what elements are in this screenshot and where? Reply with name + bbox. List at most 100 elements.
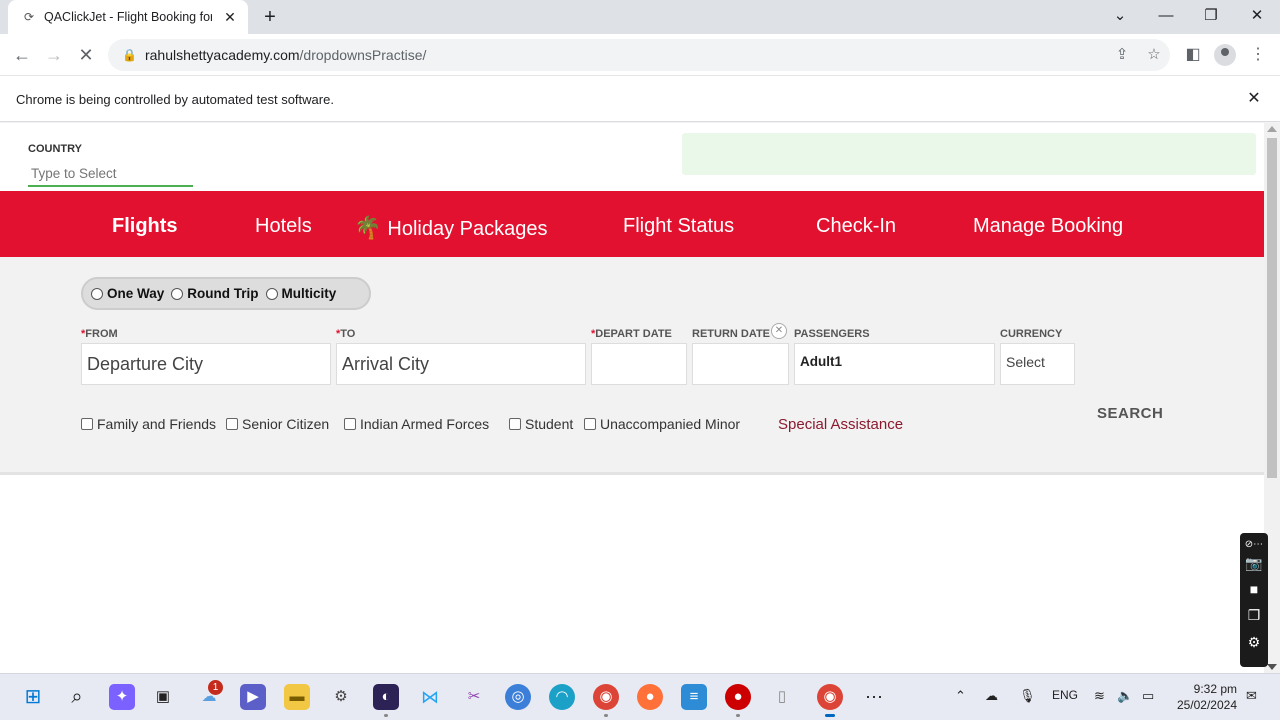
radio-circle[interactable]	[265, 287, 278, 300]
checkbox-student[interactable]: Student	[509, 416, 573, 432]
notice-banner	[682, 133, 1256, 175]
copilot-preview-icon[interactable]: ✦	[109, 684, 135, 710]
return-date-label: RETURN DATE	[692, 328, 771, 340]
chrome-icon[interactable]: ◉	[593, 684, 619, 717]
side-panel-icon[interactable]: ◧	[1181, 43, 1205, 67]
window-capture-icon[interactable]: ❐	[1244, 605, 1264, 625]
special-assistance-link[interactable]: Special Assistance	[778, 416, 903, 433]
volume-icon[interactable]: 🔈	[1117, 688, 1133, 704]
radio-round-trip[interactable]: Round Trip	[171, 286, 259, 301]
settings-gear-icon[interactable]: ⚙	[1244, 632, 1264, 652]
forward-button[interactable]: →	[42, 43, 66, 67]
profile-avatar[interactable]	[1214, 44, 1236, 66]
close-window-button[interactable]: ✕	[1241, 4, 1273, 28]
address-bar[interactable]: 🔒 rahulshettyacademy.com/dropdownsPracti…	[108, 39, 1170, 71]
checkbox-box[interactable]	[584, 418, 596, 430]
to-label: *TO	[336, 328, 355, 340]
eclipse-icon[interactable]: ◐	[373, 684, 399, 717]
radio-multicity[interactable]: Multicity	[265, 286, 337, 301]
radio-one-way[interactable]: One Way	[91, 286, 164, 301]
teams-icon[interactable]: ▶	[240, 684, 266, 710]
scroll-up-arrow-icon[interactable]	[1267, 126, 1277, 132]
checkbox-armed-forces[interactable]: Indian Armed Forces	[344, 416, 489, 432]
page-content: COUNTRY Flights Hotels 🌴Holiday Packages…	[0, 123, 1264, 673]
video-record-icon[interactable]: ■	[1244, 579, 1264, 599]
currency-select[interactable]: Select	[1000, 343, 1075, 385]
notifications-icon[interactable]: ✉	[1246, 688, 1257, 704]
clock[interactable]: 9:32 pm 25/02/2024	[1175, 681, 1237, 713]
new-tab-button[interactable]: +	[258, 5, 282, 29]
checkbox-box[interactable]	[81, 418, 93, 430]
edge-icon[interactable]: ◠	[549, 684, 575, 710]
battery-icon[interactable]: ▭	[1142, 688, 1154, 704]
country-autocomplete-input[interactable]	[28, 161, 193, 187]
file-explorer-icon[interactable]: ▬	[284, 684, 310, 710]
camera-icon[interactable]: 📷	[1244, 553, 1264, 573]
scroll-thumb[interactable]	[1267, 138, 1277, 478]
checkbox-unaccompanied-minor[interactable]: Unaccompanied Minor	[584, 416, 740, 432]
scroll-down-arrow-icon[interactable]	[1267, 664, 1277, 670]
url-text: rahulshettyacademy.com/dropdownsPractise…	[145, 47, 426, 63]
nav-holiday-packages[interactable]: 🌴 Holiday Packages	[354, 215, 548, 241]
snipping-tool-icon[interactable]: ✂	[461, 684, 487, 710]
back-button[interactable]: ←	[10, 43, 34, 67]
task-view-icon[interactable]: ▣	[150, 684, 176, 710]
tray-overflow-icon[interactable]: ⌃	[955, 688, 966, 704]
recorder-icon[interactable]: ●	[725, 684, 751, 717]
return-date-input[interactable]	[692, 343, 789, 385]
tab-search-icon[interactable]: ⌄	[1104, 4, 1136, 28]
passengers-dropdown[interactable]: Adult1	[794, 343, 995, 385]
close-infobar-icon[interactable]: ✕	[1244, 89, 1264, 109]
windows-start-icon[interactable]: ⊞	[20, 684, 46, 710]
clear-return-date-icon[interactable]: ✕	[771, 323, 787, 339]
depart-label-text: DEPART DATE	[595, 328, 672, 340]
close-tab-icon[interactable]: ✕	[222, 9, 238, 25]
to-city-input[interactable]: Arrival City	[336, 343, 586, 385]
from-label: *FROM	[81, 328, 118, 340]
bookmark-star-icon[interactable]: ☆	[1144, 45, 1164, 65]
clock-date: 25/02/2024	[1176, 698, 1237, 712]
nav-flight-status[interactable]: Flight Status	[623, 215, 734, 238]
vscode-icon[interactable]: ⋈	[417, 684, 443, 710]
pin-icon[interactable]: ⊘⋯	[1244, 535, 1264, 555]
radio-multicity-label: Multicity	[281, 286, 337, 301]
checkbox-box[interactable]	[509, 418, 521, 430]
more-apps-icon[interactable]: ⋯	[861, 684, 887, 710]
search-icon[interactable]: ⌕	[64, 684, 90, 710]
nav-hotels[interactable]: Hotels	[255, 215, 312, 238]
firefox-icon[interactable]: ●	[637, 684, 663, 710]
minimize-button[interactable]: —	[1150, 4, 1182, 28]
depart-date-input[interactable]	[591, 343, 687, 385]
radio-one-way-label: One Way	[107, 286, 165, 301]
wifi-icon[interactable]: ≋	[1094, 688, 1105, 704]
to-label-text: TO	[340, 328, 356, 340]
chrome-alt-icon[interactable]: ◎	[505, 684, 531, 710]
chrome-active-icon[interactable]: ◉	[817, 684, 843, 717]
checkbox-box[interactable]	[344, 418, 356, 430]
country-label: COUNTRY	[28, 143, 82, 155]
checkbox-family-friends[interactable]: Family and Friends	[81, 416, 216, 432]
nav-check-in[interactable]: Check-In	[816, 215, 896, 238]
nav-manage-booking[interactable]: Manage Booking	[973, 215, 1123, 238]
radio-circle[interactable]	[171, 287, 184, 300]
share-icon[interactable]: ⇪	[1112, 45, 1132, 65]
radio-circle[interactable]	[91, 287, 103, 300]
settings-app-icon[interactable]: ⚙	[328, 684, 354, 710]
radio-round-trip-label: Round Trip	[187, 286, 259, 301]
search-button[interactable]: SEARCH	[1097, 405, 1163, 422]
browser-tab[interactable]: ⟳ QAClickJet - Flight Booking for Domest…	[8, 0, 248, 34]
checkbox-box[interactable]	[226, 418, 238, 430]
blank-file-icon[interactable]: ▯	[769, 684, 795, 710]
language-indicator[interactable]: ENG	[1052, 688, 1078, 702]
menu-kebab-icon[interactable]: ⋮	[1246, 43, 1270, 67]
stop-loading-button[interactable]: ✕	[74, 43, 98, 67]
from-city-input[interactable]: Departure City	[81, 343, 331, 385]
microphone-icon[interactable]: 🎙	[1019, 688, 1036, 704]
nav-holiday-label: Holiday Packages	[387, 218, 548, 240]
from-label-text: FROM	[85, 328, 118, 340]
restore-button[interactable]: ❐	[1195, 4, 1227, 28]
notepad-icon[interactable]: ≡	[681, 684, 707, 710]
nav-flights[interactable]: Flights	[112, 215, 178, 238]
checkbox-senior-citizen[interactable]: Senior Citizen	[226, 416, 329, 432]
onedrive-icon[interactable]: ☁	[985, 688, 998, 704]
